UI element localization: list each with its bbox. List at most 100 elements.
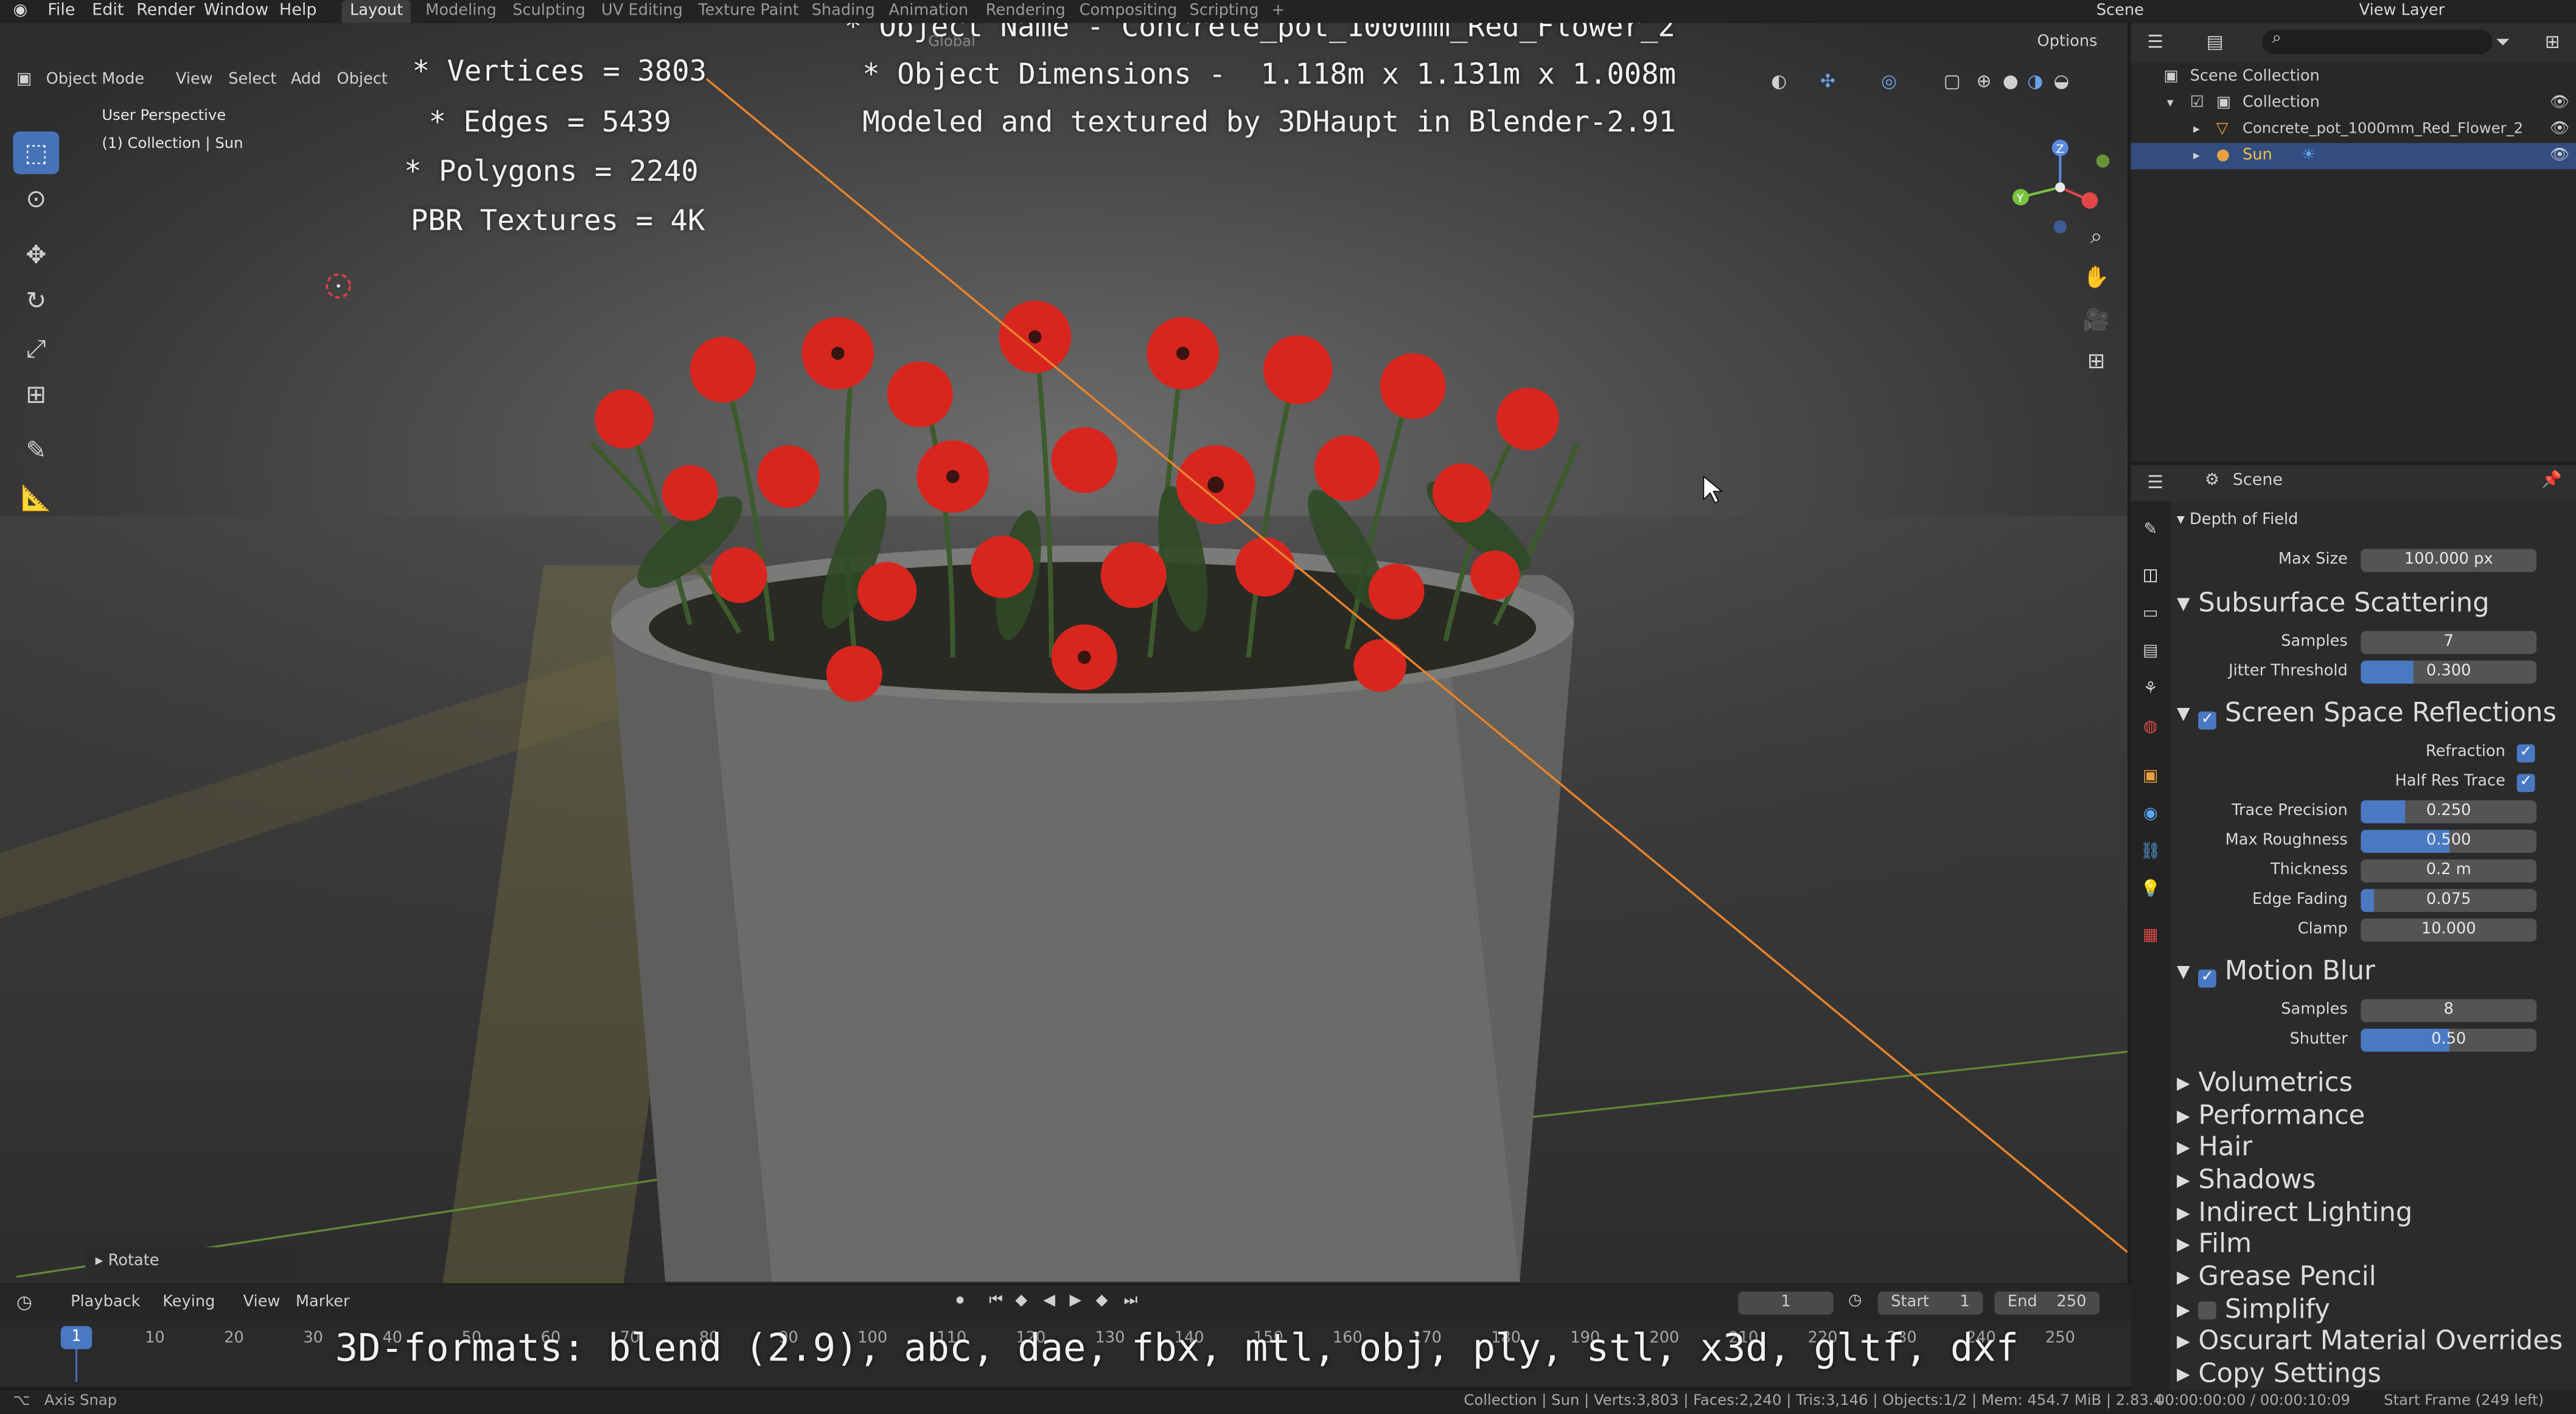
outliner-search-input[interactable]: ⌕ <box>2262 29 2493 55</box>
move-tool-icon[interactable]: ✥ <box>13 233 60 276</box>
eye-icon[interactable]: 👁 <box>2550 117 2570 143</box>
section-motion-blur[interactable]: ▾ ✓ Motion Blur <box>2177 956 2571 988</box>
expand-icon[interactable]: ▾ <box>2167 90 2174 116</box>
menu-select[interactable]: Select <box>228 71 276 89</box>
render-tab-icon[interactable]: ◫ <box>2137 564 2163 590</box>
shutter-slider[interactable]: 0.50 <box>2361 1028 2537 1052</box>
outliner-row-scene-collection[interactable]: ▣ Scene Collection <box>2131 64 2576 90</box>
view-layer-selector[interactable]: View Layer <box>2359 0 2445 23</box>
section-indirect-lighting[interactable]: ▸ Indirect Lighting <box>2177 1197 2571 1228</box>
section-volumetrics[interactable]: ▸ Volumetrics <box>2177 1067 2571 1098</box>
pan-hand-icon[interactable]: ✋ <box>2080 263 2113 296</box>
cursor-tool-icon[interactable]: ⊙ <box>13 178 60 220</box>
measure-tool-icon[interactable]: 📐 <box>13 477 60 519</box>
section-copy-settings[interactable]: ▸ Copy Settings <box>2177 1358 2571 1389</box>
section-oscurart[interactable]: ▸ Oscurart Material Overrides <box>2177 1325 2571 1356</box>
scene-tab-icon[interactable]: ⚘ <box>2137 677 2163 703</box>
edge-fading-slider[interactable]: 0.075 <box>2361 889 2537 912</box>
max-roughness-slider[interactable]: 0.500 <box>2361 830 2537 853</box>
jump-end-icon[interactable]: ⏭ <box>1124 1292 1138 1310</box>
end-frame-field[interactable]: End 250 <box>1994 1291 2100 1315</box>
texture-tab-icon[interactable]: ▦ <box>2137 923 2163 950</box>
scene-selector[interactable]: Scene <box>2096 0 2144 23</box>
menu-render[interactable]: Render <box>136 0 195 23</box>
half-res-trace-checkbox[interactable]: ✓ <box>2516 774 2535 793</box>
simplify-checkbox[interactable] <box>2198 1301 2217 1320</box>
record-icon[interactable]: ⏺ <box>956 1292 964 1310</box>
3d-viewport[interactable]: ▣ Object Mode View Select Add Object ◐ ✣… <box>0 23 2128 1284</box>
menu-playback[interactable]: Playback <box>71 1293 140 1312</box>
outliner-row-sun[interactable]: ▸ ● Sun ☀ 👁 <box>2131 142 2576 170</box>
solid-shading-icon[interactable]: ● <box>2003 71 2019 92</box>
ortho-grid-icon[interactable]: ⊞ <box>2080 347 2113 380</box>
constraints-tab-icon[interactable]: ⛓ <box>2137 840 2163 866</box>
clamp-field[interactable]: 10.000 <box>2361 919 2537 942</box>
next-keyframe-icon[interactable]: ◆ <box>1096 1292 1108 1310</box>
outliner-editor-icon[interactable]: ☰ <box>2147 31 2163 52</box>
menu-object[interactable]: Object <box>337 71 388 89</box>
section-subsurface-scattering[interactable]: ▾ Subsurface Scattering <box>2177 587 2571 618</box>
output-tab-icon[interactable]: ▭ <box>2137 601 2163 628</box>
menu-marker[interactable]: Marker <box>296 1293 350 1312</box>
outliner-row-collection[interactable]: ▾ ☑ ▣ Collection 👁 <box>2131 90 2576 116</box>
blender-logo-icon[interactable]: ◉ <box>13 0 28 23</box>
jump-start-icon[interactable]: ⏮ <box>989 1292 1003 1310</box>
refraction-checkbox[interactable]: ✓ <box>2516 744 2535 763</box>
section-grease-pencil[interactable]: ▸ Grease Pencil <box>2177 1261 2571 1292</box>
menu-edit[interactable]: Edit <box>92 0 124 23</box>
preview-range-icon[interactable]: ◷ <box>1848 1292 1862 1310</box>
menu-view[interactable]: View <box>243 1293 281 1312</box>
section-performance[interactable]: ▸ Performance <box>2177 1100 2571 1131</box>
tab-uv-editing[interactable]: UV Editing <box>601 0 683 23</box>
thickness-field[interactable]: 0.2 m <box>2361 859 2537 883</box>
add-workspace-icon[interactable]: + <box>1272 0 1285 23</box>
tab-modeling[interactable]: Modeling <box>425 0 497 23</box>
transform-tool-icon[interactable]: ⊞ <box>13 373 60 416</box>
expand-icon[interactable]: ▸ <box>2193 143 2200 169</box>
filter-icon[interactable]: ⏷ <box>2496 31 2510 54</box>
section-depth-of-field[interactable]: ▾ Depth of Field <box>2177 506 2571 536</box>
checkbox-icon[interactable]: ☑ <box>2190 90 2204 116</box>
select-box-tool-icon[interactable]: ⬚ <box>13 131 60 175</box>
material-shading-icon[interactable]: ◑ <box>2027 71 2043 92</box>
prev-keyframe-icon[interactable]: ◆ <box>1015 1292 1027 1310</box>
start-frame-field[interactable]: Start 1 <box>1877 1291 1983 1315</box>
current-frame-field[interactable]: 1 <box>1738 1291 1834 1315</box>
menu-file[interactable]: File <box>47 0 75 23</box>
tab-sculpting[interactable]: Sculpting <box>512 0 585 23</box>
trace-precision-slider[interactable]: 0.250 <box>2361 800 2537 824</box>
eye-icon[interactable]: 👁 <box>2550 90 2570 116</box>
section-film[interactable]: ▸ Film <box>2177 1228 2571 1259</box>
section-simplify[interactable]: ▸ Simplify <box>2177 1294 2571 1325</box>
tab-rendering[interactable]: Rendering <box>986 0 1066 23</box>
zoom-icon[interactable]: ⌕ <box>2080 222 2113 254</box>
menu-window[interactable]: Window <box>204 0 268 23</box>
data-tab-icon[interactable]: 💡 <box>2137 878 2163 904</box>
section-screen-space-reflections[interactable]: ▾ ✓ Screen Space Reflections <box>2177 698 2571 730</box>
xray-toggle-icon[interactable]: ▢ <box>1944 71 1961 92</box>
new-collection-icon[interactable]: ⊞ <box>2545 31 2560 52</box>
mode-selector[interactable]: Object Mode <box>46 71 145 89</box>
expand-icon[interactable]: ▸ <box>2193 117 2200 143</box>
max-size-field[interactable]: 100.000 px <box>2361 548 2537 572</box>
mb-samples-field[interactable]: 8 <box>2361 999 2537 1023</box>
editor-type-icon[interactable]: ▣ <box>16 71 32 89</box>
display-mode-icon[interactable]: ▤ <box>2207 31 2224 52</box>
options-button[interactable]: Options <box>2037 33 2098 51</box>
tab-compositing[interactable]: Compositing <box>1080 0 1178 23</box>
rotate-tool-icon[interactable]: ↻ <box>13 279 60 322</box>
sss-samples-field[interactable]: 7 <box>2361 631 2537 654</box>
timeline-editor-icon[interactable]: ◷ <box>16 1292 32 1313</box>
play-icon[interactable]: ▶ <box>1069 1292 1081 1310</box>
overlay-toggle-icon[interactable]: ◎ <box>1881 71 1897 92</box>
pin-icon[interactable]: 📌 <box>2541 472 2562 490</box>
eye-icon[interactable]: 👁 <box>2550 143 2570 169</box>
menu-add[interactable]: Add <box>291 71 321 89</box>
motion-blur-enable-checkbox[interactable]: ✓ <box>2198 969 2217 988</box>
visibility-icon[interactable]: ◐ <box>1771 71 1787 92</box>
section-hair[interactable]: ▸ Hair <box>2177 1132 2571 1162</box>
object-tab-icon[interactable]: ▣ <box>2137 764 2163 790</box>
tab-texture-paint[interactable]: Texture Paint <box>698 0 799 23</box>
properties-editor-icon[interactable]: ☰ <box>2147 472 2163 493</box>
camera-view-icon[interactable]: 🎥 <box>2080 306 2113 338</box>
